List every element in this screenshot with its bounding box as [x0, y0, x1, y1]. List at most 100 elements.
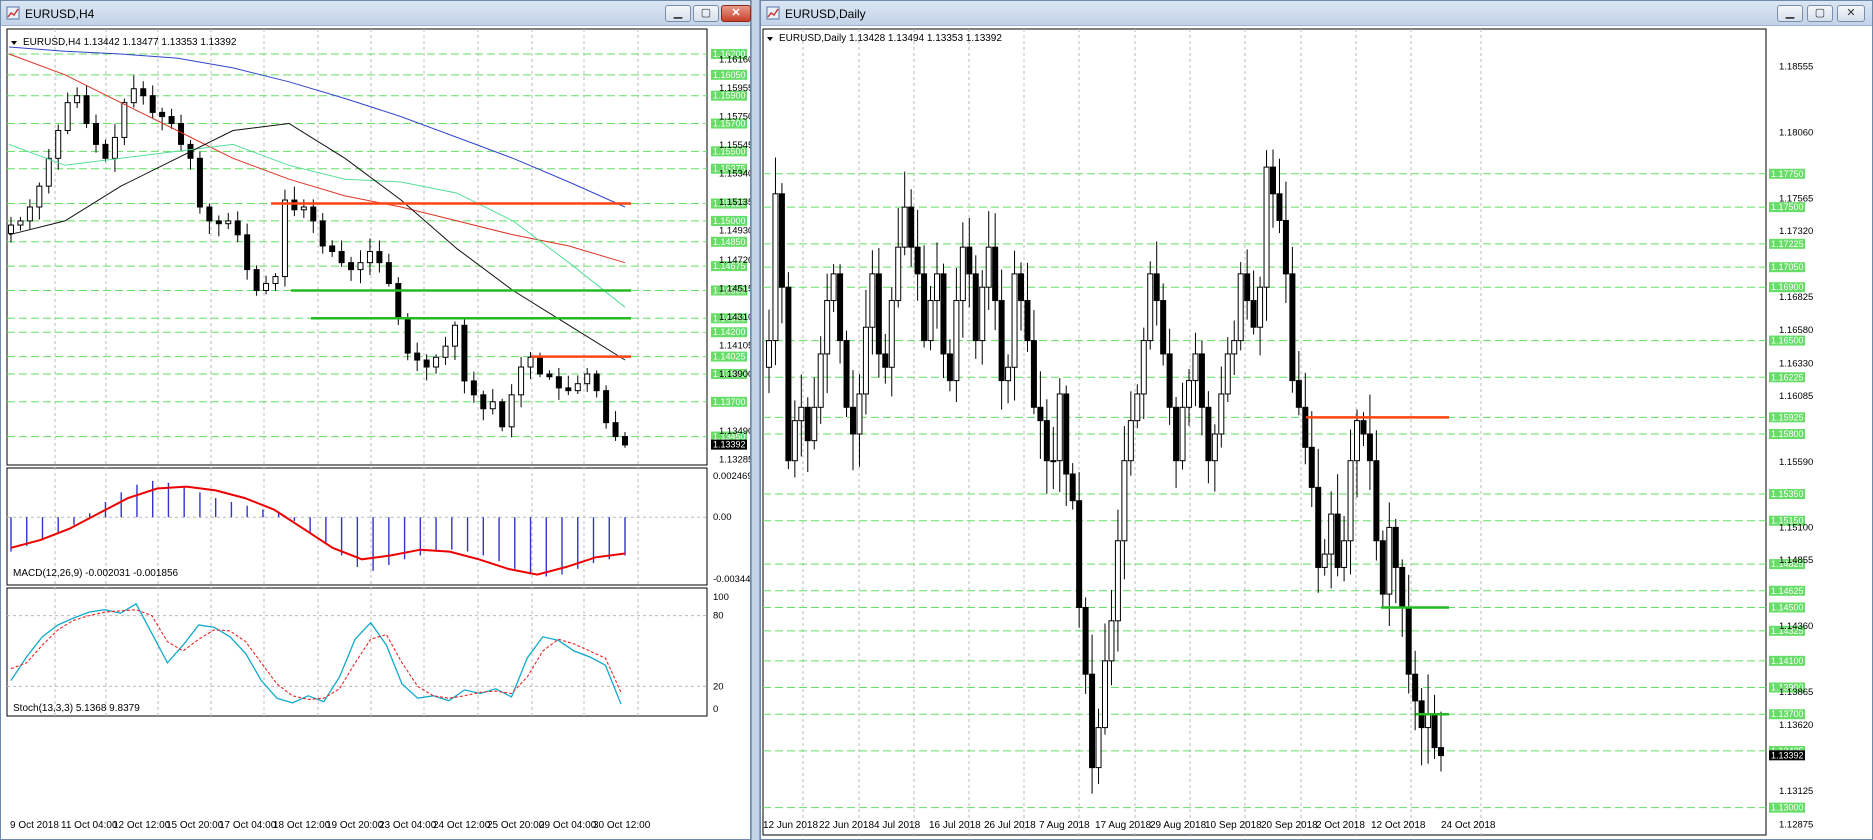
stoch-axis-label: 20 — [713, 681, 724, 692]
candle-body — [281, 199, 288, 278]
price-axis-label: 1.15340 — [719, 169, 750, 180]
price-axis-label: 1.13620 — [1779, 720, 1813, 731]
candle-body — [1386, 526, 1393, 595]
minimize-button[interactable]: ▁ — [1777, 5, 1803, 22]
candle-body — [979, 286, 986, 342]
level-tag-text: 1.14625 — [1771, 586, 1804, 596]
dropdown-triangle-icon[interactable] — [11, 41, 17, 45]
candle-body — [1237, 273, 1244, 342]
candle-body — [1244, 273, 1251, 302]
ma-green-line — [8, 143, 626, 308]
dropdown-triangle-icon[interactable] — [767, 37, 773, 41]
candle-body — [45, 157, 52, 187]
macd-label: MACD(12,26,9) -0.002031 -0.001856 — [13, 568, 179, 579]
candle-body — [966, 246, 973, 275]
price-axis-label: 1.16825 — [1779, 292, 1813, 303]
candle-body — [888, 300, 895, 368]
daily-chart-svg[interactable]: 1.177501.175001.172251.170501.169001.165… — [761, 27, 1872, 839]
candle-body — [1360, 420, 1367, 435]
candle-body — [927, 300, 934, 342]
h4-chart-area[interactable]: 1.16200 1.16050 1.15900 1.15700 1.15500 1.153… — [1, 27, 750, 839]
price-axis-label: 1.13490 — [719, 426, 750, 437]
candle-body — [1321, 553, 1328, 568]
candle-body — [612, 422, 619, 438]
candle-body — [64, 102, 71, 131]
candle-body — [1160, 300, 1167, 355]
candle-body — [1231, 340, 1238, 355]
candle-body — [423, 359, 430, 368]
time-axis-label: 12 Oct 12:00 — [113, 820, 171, 831]
candle-body — [622, 436, 628, 446]
candle-body — [480, 394, 487, 410]
level-tag-text: 1.15925 — [1771, 412, 1804, 422]
time-axis-label: 15 Oct 20:00 — [166, 820, 224, 831]
level-tag-text: 1.17225 — [1771, 239, 1804, 249]
candle-body — [319, 220, 326, 247]
stochastic-indicator: 100 80 20 0 — [7, 592, 729, 715]
time-axis-label: 22 Jun 2018 — [819, 820, 874, 831]
h4-chart-window: EURUSD,H4 ▁ ▢ ✕ 1.16200 1.16050 1.15900 1.1… — [0, 0, 751, 840]
candle-body — [1392, 526, 1399, 568]
price-axis-label: 1.15590 — [1779, 457, 1813, 468]
candle-body — [1140, 340, 1147, 395]
macd-axis-label: -0.003442 — [713, 574, 750, 585]
time-axis-label: 24 Oct 12:00 — [433, 820, 491, 831]
price-axis-label: 1.13285 — [719, 455, 750, 466]
close-button[interactable]: ✕ — [1837, 5, 1865, 22]
macd-axis-label: 0.002469 — [713, 471, 750, 482]
candle-body — [1082, 606, 1089, 675]
daily-header: EURUSD,Daily 1.13428 1.13494 1.13353 1.1… — [779, 33, 1002, 44]
candle-body — [1373, 460, 1380, 542]
candle-body — [1134, 393, 1141, 422]
h4-window-titlebar[interactable]: EURUSD,H4 ▁ ▢ ✕ — [1, 1, 751, 26]
candle-body — [1069, 473, 1076, 502]
candle-body — [1315, 486, 1322, 568]
candle-body — [1018, 273, 1024, 302]
daily-chart-area[interactable]: 1.17750 1.17500 1.17225 1.17050 1.16900 1.165… — [761, 27, 1872, 839]
h4-axes: 1.16160 1.15955 1.15750 1.15545 1.15340 1.151… — [10, 55, 750, 831]
candle-body — [565, 387, 572, 392]
time-axis-label: 26 Jul 2018 — [984, 820, 1036, 831]
ma-red-line — [8, 53, 626, 264]
candle-body — [1295, 380, 1302, 408]
candle-body — [1037, 406, 1044, 422]
stoch-main-line — [10, 602, 622, 705]
candle-body — [385, 262, 392, 285]
price-axis-label: 1.15135 — [719, 197, 750, 208]
candle-body — [338, 251, 345, 264]
time-axis-label: 17 Aug 2018 — [1095, 820, 1152, 831]
time-axis-label: 30 Oct 12:00 — [593, 820, 651, 831]
candle-body — [895, 246, 902, 302]
candle-body — [946, 353, 953, 382]
h4-chart-svg[interactable]: 1.162001.160501.159001.157001.155001.153… — [1, 27, 750, 839]
candle-body — [1050, 460, 1057, 463]
close-button[interactable]: ✕ — [721, 5, 751, 22]
candle-body — [433, 356, 440, 368]
candle-body — [1121, 460, 1128, 542]
price-axis-label: 1.14310 — [719, 312, 750, 323]
candle-body — [593, 373, 600, 392]
candle-body — [1186, 380, 1192, 408]
level-tag-text: 1.17750 — [1771, 169, 1804, 179]
maximize-button[interactable]: ▢ — [693, 5, 719, 22]
price-axis-label: 1.12875 — [1779, 819, 1813, 830]
candle-body — [357, 262, 364, 271]
price-axis-label: 1.14515 — [719, 283, 750, 294]
candle-body — [1270, 166, 1276, 195]
maximize-icon: ▢ — [700, 7, 712, 19]
candle-body — [921, 273, 928, 342]
price-axis-label: 1.17565 — [1779, 193, 1813, 204]
minimize-button[interactable]: ▁ — [665, 5, 691, 22]
candle-body — [244, 234, 251, 271]
candle-body — [376, 251, 383, 264]
daily-window-titlebar[interactable]: EURUSD,Daily ▁ ▢ ✕ — [761, 1, 1872, 26]
time-axis-label: 16 Jul 2018 — [929, 820, 981, 831]
daily-window-title: EURUSD,Daily — [785, 7, 866, 21]
maximize-icon: ▢ — [1814, 7, 1826, 19]
price-axis-label: 1.14930 — [719, 226, 750, 237]
maximize-button[interactable]: ▢ — [1807, 5, 1833, 22]
price-axis-label: 1.18060 — [1779, 127, 1813, 138]
candle-body — [824, 300, 831, 355]
candle-body — [1108, 620, 1115, 662]
candle-body — [1076, 500, 1083, 608]
